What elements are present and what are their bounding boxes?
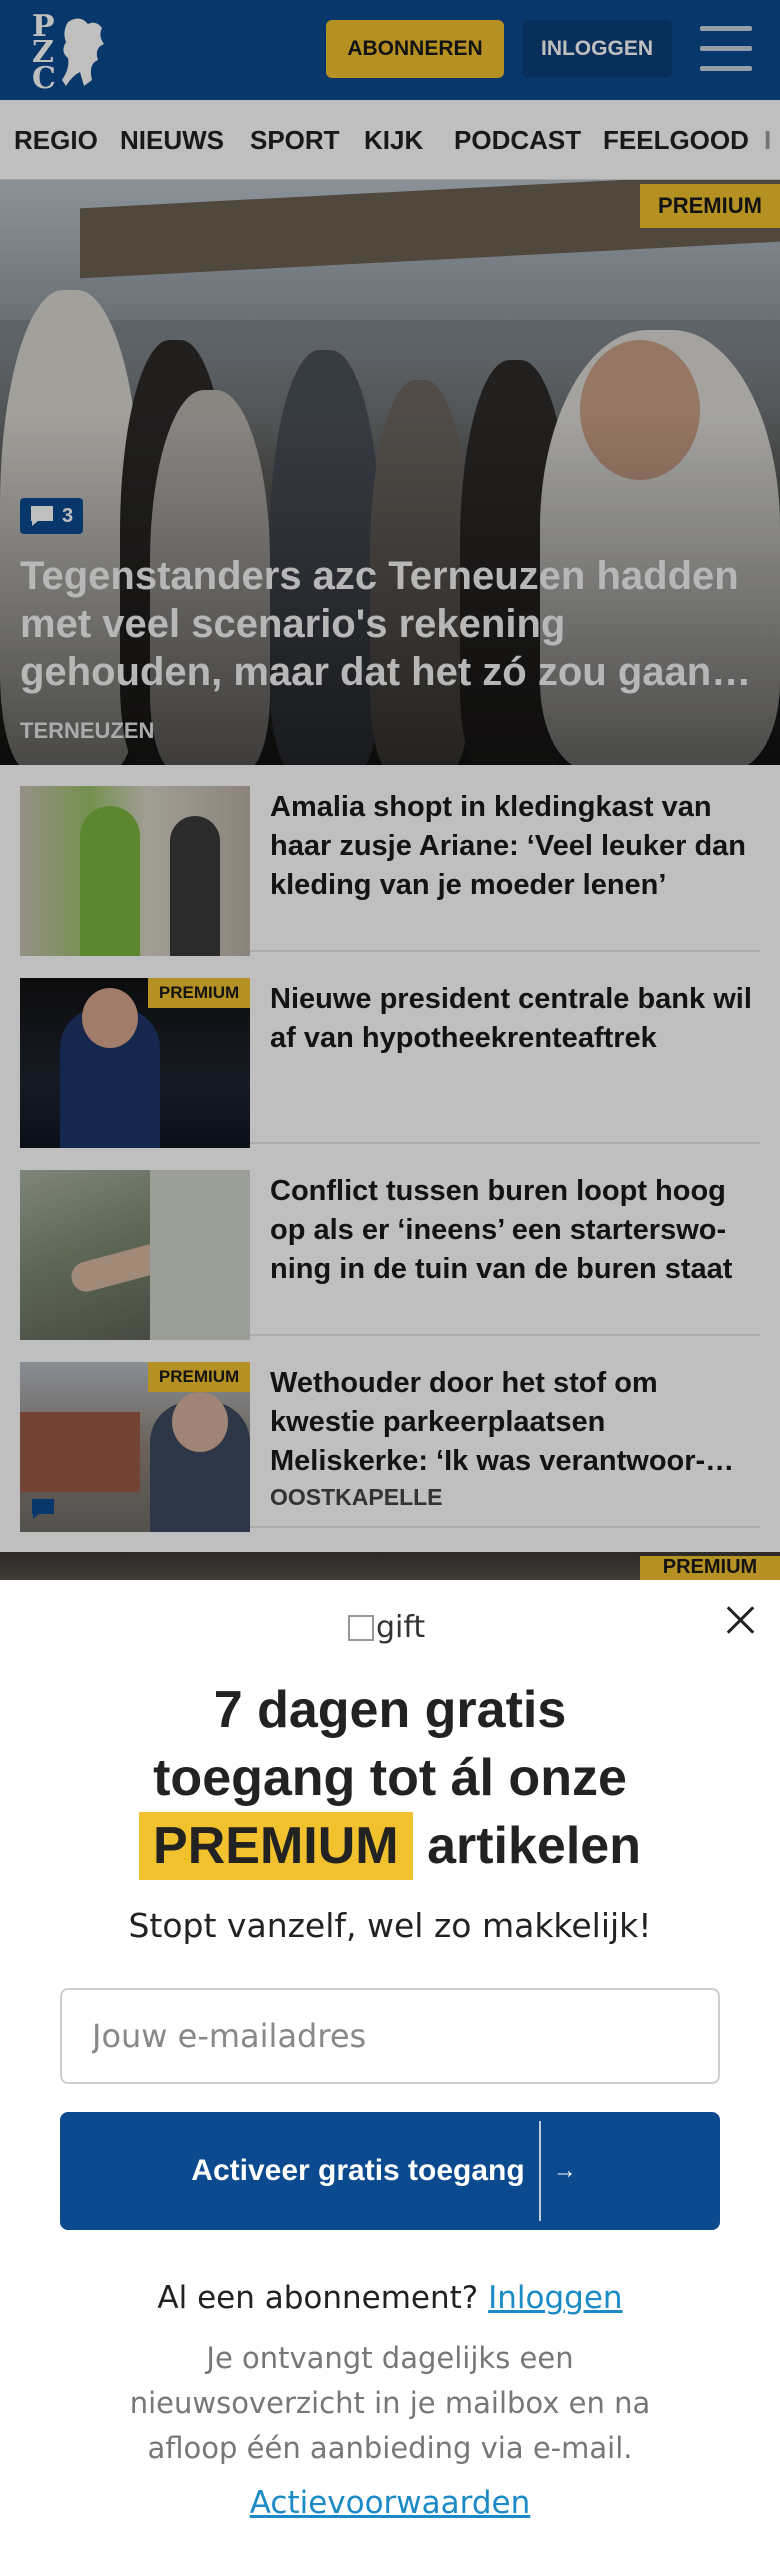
modal-heading-line3: PREMIUM artikelen xyxy=(0,1812,780,1880)
terms-link[interactable]: Actievoorwaarden xyxy=(0,2485,780,2521)
premium-highlight: PREMIUM xyxy=(139,1812,413,1880)
close-icon[interactable] xyxy=(722,1602,758,1638)
info-text: Je ontvangt dagelijks een nieuwsoverzich… xyxy=(129,2341,651,2465)
gift-image: gift xyxy=(348,1610,425,1645)
modal-backdrop[interactable] xyxy=(0,0,780,1580)
trial-modal: gift 7 dagen gratis toegang tot ál onze … xyxy=(0,1580,780,2560)
modal-heading-line2: toegang tot ál onze xyxy=(153,1749,627,1807)
modal-heading-line1: 7 dagen gratis xyxy=(213,1681,567,1739)
modal-subheading: Stopt vanzelf, wel zo makkelijk! xyxy=(128,1906,652,1945)
gift-alt-text: gift xyxy=(376,1610,426,1645)
existing-subscription-text: Al een abonnement? xyxy=(157,2280,479,2316)
broken-image-icon xyxy=(348,1614,374,1641)
activate-trial-button[interactable]: Activeer gratis toegang → xyxy=(60,2112,720,2230)
arrow-right-icon: → xyxy=(538,2121,589,2221)
email-field[interactable] xyxy=(60,1988,720,2084)
existing-subscription-row: Al een abonnement? Inloggen xyxy=(0,2280,780,2316)
modal-heading-rest: artikelen xyxy=(427,1817,641,1875)
activate-trial-label: Activeer gratis toegang xyxy=(191,2154,525,2187)
login-link[interactable]: Inloggen xyxy=(488,2280,622,2316)
